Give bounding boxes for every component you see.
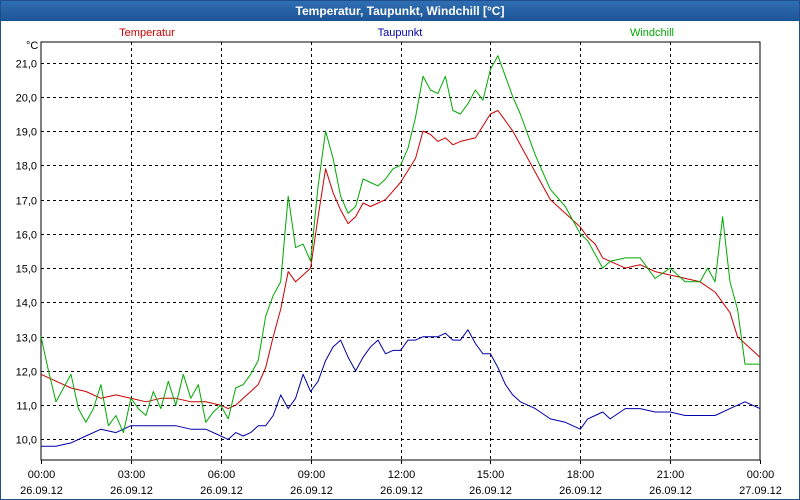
y-axis-unit: °C [26, 40, 38, 52]
x-tick-date: 26.09.12 [20, 485, 63, 497]
chart: 10,0 11,0 12,0 13,0 14,0 15,0 16,0 17,0 18,0 19,0… [16, 27, 782, 497]
x-tick-date: 27.09.12 [739, 485, 782, 497]
y-tick-label: 15,0 [16, 264, 37, 276]
x-tick-time: 15:00 [477, 469, 505, 481]
y-tick-label: 19,0 [16, 127, 37, 139]
x-tick-time: 00:00 [28, 469, 56, 481]
x-tick-date: 26.09.12 [469, 485, 512, 497]
y-tick-label: 21,0 [16, 59, 37, 71]
plot-area [40, 41, 761, 461]
x-tick-time: 03:00 [118, 469, 146, 481]
x-tick-date: 26.09.12 [559, 485, 602, 497]
y-tick-label: 13,0 [16, 333, 37, 345]
y-tick-label: 11,0 [16, 401, 37, 413]
y-tick-label: 12,0 [16, 367, 37, 379]
y-tick-label: 10,0 [16, 435, 37, 447]
x-tick-time: 06:00 [208, 469, 236, 481]
y-tick-label: 20,0 [16, 93, 37, 105]
x-tick-time: 12:00 [388, 469, 416, 481]
y-tick-label: 14,0 [16, 298, 37, 310]
x-tick-date: 26.09.12 [200, 485, 243, 497]
legend-taupunkt: Taupunkt [378, 27, 423, 39]
x-tick-time: 18:00 [567, 469, 595, 481]
x-tick-date: 26.09.12 [290, 485, 333, 497]
y-tick-label: 18,0 [16, 161, 37, 173]
x-tick-date: 26.09.12 [110, 485, 153, 497]
y-tick-label: 16,0 [16, 230, 37, 242]
x-tick-time: 00:00 [747, 469, 775, 481]
x-tick-time: 21:00 [657, 469, 685, 481]
x-tick-time: 09:00 [298, 469, 326, 481]
y-tick-label: 17,0 [16, 196, 37, 208]
x-tick-date: 26.09.12 [380, 485, 423, 497]
legend-windchill: Windchill [630, 27, 674, 39]
x-tick-date: 26.09.12 [649, 485, 692, 497]
legend-temperatur: Temperatur [119, 27, 175, 39]
